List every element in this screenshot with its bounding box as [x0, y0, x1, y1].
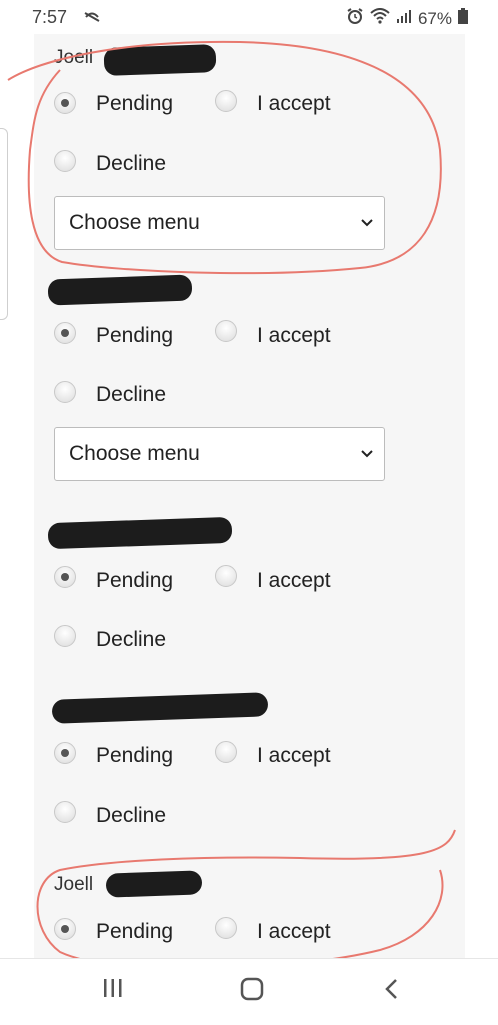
home-icon[interactable] [240, 977, 264, 1006]
wifi-icon [370, 8, 390, 29]
pending-radio[interactable] [54, 918, 76, 940]
accept-radio[interactable] [215, 90, 237, 112]
system-nav-bar [0, 958, 498, 1025]
pending-radio[interactable] [54, 322, 76, 344]
recent-apps-icon[interactable] [102, 977, 124, 1004]
pending-radio[interactable] [54, 566, 76, 588]
menu-select-value: Choose menu [69, 211, 200, 234]
menu-select[interactable]: Choose menu [54, 196, 385, 250]
mute-icon [84, 10, 100, 28]
redaction-mark [105, 870, 203, 898]
signal-icon [396, 8, 412, 29]
pending-label: Pending [96, 324, 174, 347]
status-bar: 7:57 67% [0, 0, 498, 34]
accept-radio[interactable] [215, 320, 237, 342]
menu-select[interactable]: Choose menu [54, 427, 385, 481]
accept-label: I accept [257, 569, 331, 592]
pending-label: Pending [96, 920, 174, 943]
accept-label: I accept [257, 324, 331, 347]
chevron-down-icon [360, 215, 374, 233]
pending-radio[interactable] [54, 92, 76, 114]
guest-name: Joell [54, 874, 94, 895]
chevron-down-icon [360, 446, 374, 464]
accept-radio[interactable] [215, 917, 237, 939]
decline-label: Decline [96, 383, 167, 406]
pending-label: Pending [96, 92, 174, 115]
status-time: 7:57 [32, 7, 68, 27]
battery-percent: 67% [417, 8, 452, 28]
guest-name: Joell [54, 47, 94, 68]
decline-label: Decline [96, 152, 167, 175]
battery-icon [458, 8, 468, 29]
pending-label: Pending [96, 569, 174, 592]
edge-panel-handle[interactable] [0, 128, 8, 320]
menu-select-value: Choose menu [69, 442, 200, 465]
pending-label: Pending [96, 744, 174, 767]
accept-label: I accept [257, 920, 331, 943]
accept-label: I accept [257, 92, 331, 115]
decline-label: Decline [96, 804, 167, 827]
redaction-mark [103, 44, 217, 76]
redaction-mark [47, 274, 193, 306]
accept-radio[interactable] [215, 565, 237, 587]
pending-radio[interactable] [54, 742, 76, 764]
accept-label: I accept [257, 744, 331, 767]
back-icon[interactable] [382, 977, 400, 1006]
decline-radio[interactable] [54, 625, 76, 647]
decline-radio[interactable] [54, 801, 76, 823]
decline-radio[interactable] [54, 150, 76, 172]
decline-radio[interactable] [54, 381, 76, 403]
decline-label: Decline [96, 628, 167, 651]
accept-radio[interactable] [215, 741, 237, 763]
alarm-icon [346, 7, 364, 30]
